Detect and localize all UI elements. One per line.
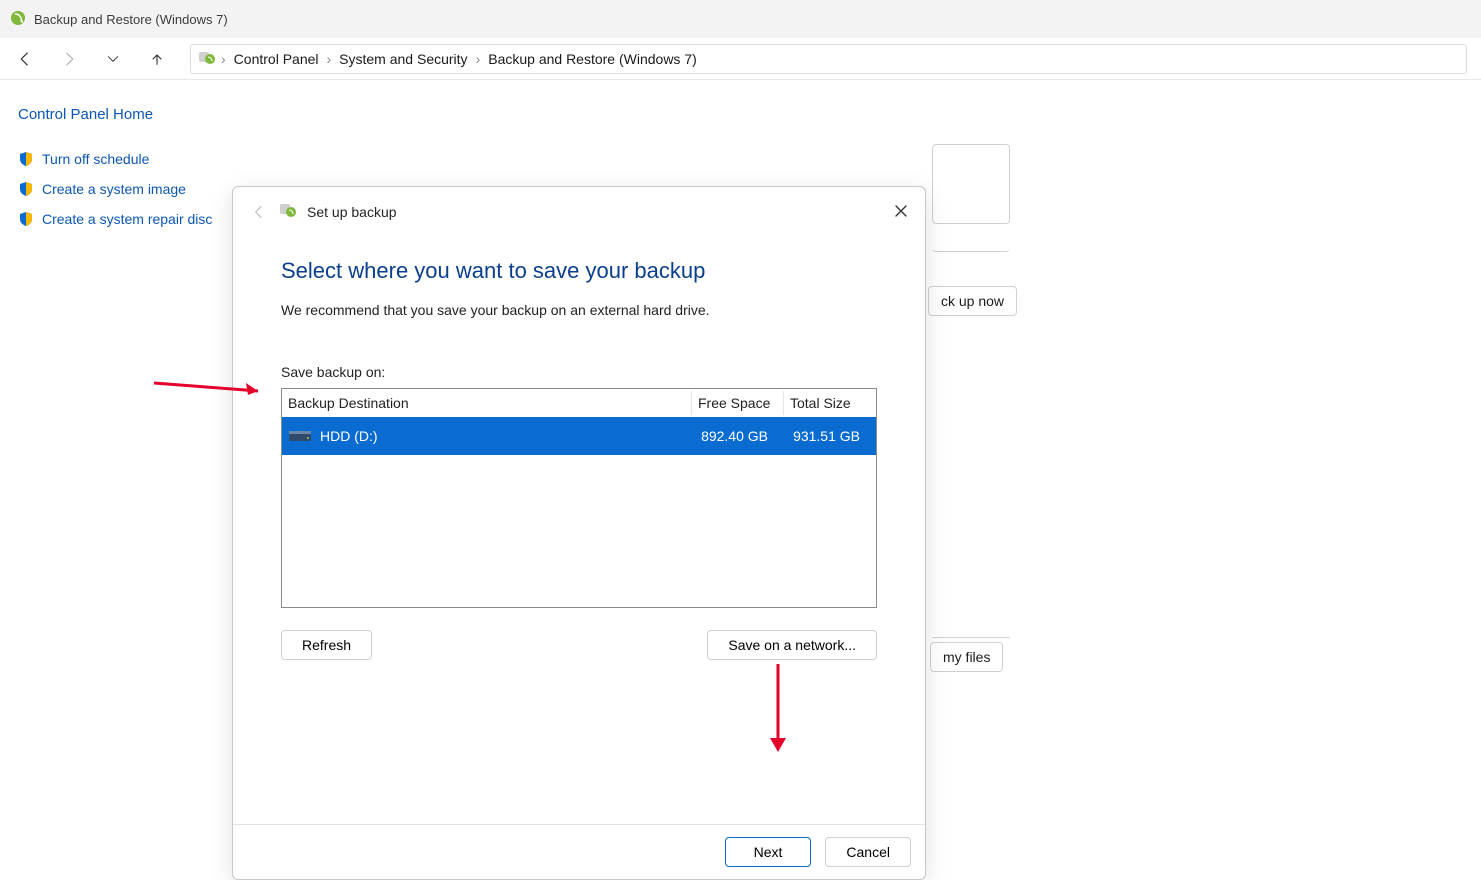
dialog-back-button[interactable] (249, 202, 269, 222)
cancel-button[interactable]: Cancel (825, 837, 911, 867)
nav-forward-button[interactable] (58, 48, 80, 70)
next-button[interactable]: Next (725, 837, 812, 867)
background-divider (932, 244, 1010, 252)
breadcrumb-item[interactable]: Control Panel (230, 51, 323, 67)
dialog-subtext: We recommend that you save your backup o… (281, 302, 877, 318)
breadcrumb[interactable]: › Control Panel › System and Security › … (190, 44, 1467, 74)
sidebar-link-label: Create a system repair disc (42, 211, 212, 227)
chevron-right-icon: › (221, 51, 226, 67)
nav-recent-dropdown[interactable] (102, 48, 124, 70)
save-on-network-button[interactable]: Save on a network... (707, 630, 877, 660)
drive-free-space: 892.40 GB (686, 428, 778, 444)
sidebar-link-label: Turn off schedule (42, 151, 149, 167)
nav-row: › Control Panel › System and Security › … (0, 38, 1481, 80)
shield-icon (18, 151, 34, 167)
dialog-app-icon (279, 201, 297, 222)
breadcrumb-item[interactable]: System and Security (335, 51, 471, 67)
dialog-title: Set up backup (307, 204, 397, 220)
drive-name: HDD (D:) (320, 428, 378, 444)
breadcrumb-root-icon (197, 48, 217, 69)
titlebar: Backup and Restore (Windows 7) (0, 0, 1481, 38)
dialog-heading: Select where you want to save your backu… (281, 258, 877, 284)
backup-now-button[interactable]: ck up now (928, 286, 1017, 316)
drive-table-header: Backup Destination Free Space Total Size (282, 389, 876, 417)
drive-icon (288, 427, 312, 445)
restore-my-files-button[interactable]: my files (930, 642, 1003, 672)
nav-back-button[interactable] (14, 48, 36, 70)
sidebar-link-label: Create a system image (42, 181, 186, 197)
nav-up-button[interactable] (146, 48, 168, 70)
breadcrumb-item[interactable]: Backup and Restore (Windows 7) (484, 51, 701, 67)
drive-list-label: Save backup on: (281, 364, 877, 380)
sidebar-home-link[interactable]: Control Panel Home (18, 106, 232, 123)
shield-icon (18, 211, 34, 227)
refresh-button[interactable]: Refresh (281, 630, 372, 660)
drive-table: Backup Destination Free Space Total Size (281, 388, 877, 608)
window-title: Backup and Restore (Windows 7) (34, 12, 228, 27)
shield-icon (18, 181, 34, 197)
dialog-footer: Next Cancel (233, 824, 925, 879)
background-divider (932, 636, 1010, 638)
col-destination-header[interactable]: Backup Destination (282, 391, 692, 415)
sidebar-link-create-repair-disc[interactable]: Create a system repair disc (18, 211, 232, 227)
sidebar: Control Panel Home Turn off schedule Cre… (0, 80, 232, 854)
background-box (932, 144, 1010, 224)
col-free-header[interactable]: Free Space (692, 391, 784, 415)
sidebar-link-turn-off-schedule[interactable]: Turn off schedule (18, 151, 232, 167)
app-icon (10, 10, 26, 29)
chevron-right-icon: › (327, 51, 332, 67)
drive-row-selected[interactable]: HDD (D:) 892.40 GB 931.51 GB (282, 417, 876, 455)
chevron-right-icon: › (476, 51, 481, 67)
drive-total-size: 931.51 GB (778, 428, 870, 444)
dialog-close-button[interactable] (887, 197, 915, 225)
sidebar-link-create-system-image[interactable]: Create a system image (18, 181, 232, 197)
setup-backup-dialog: Set up backup Select where you want to s… (232, 186, 926, 880)
col-total-header[interactable]: Total Size (784, 391, 876, 415)
